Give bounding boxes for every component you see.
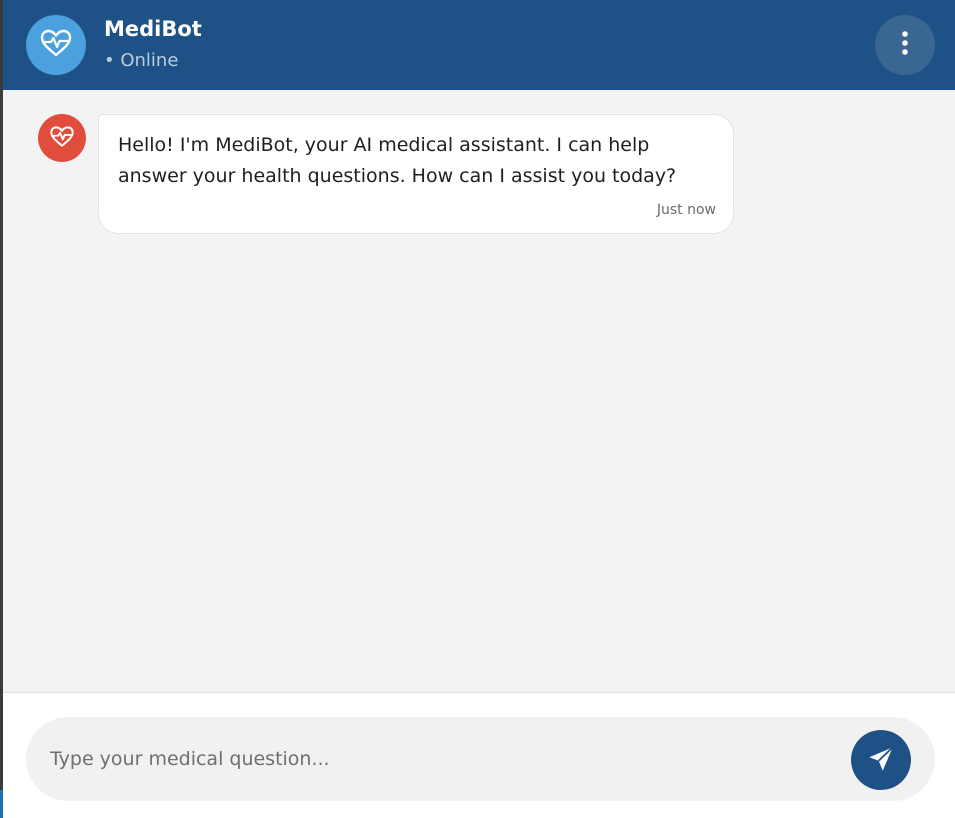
message-text: Hello! I'm MediBot, your AI medical assi… [118,134,677,187]
heartbeat-icon [39,28,73,62]
chat-title: MediBot [104,17,202,41]
send-icon [867,745,895,776]
more-options-button[interactable] [875,15,935,75]
message-list[interactable]: Hello! I'm MediBot, your AI medical assi… [3,90,955,692]
send-button[interactable] [851,730,911,790]
message-input[interactable] [50,737,830,781]
bot-message-bubble: Hello! I'm MediBot, your AI medical assi… [98,114,734,234]
bot-message-avatar [38,114,86,162]
online-status: • Online [104,50,179,71]
heartbeat-icon [49,125,75,152]
more-vertical-icon [901,30,909,60]
message-timestamp: Just now [656,202,716,218]
composer-bar [3,692,955,818]
composer-pill [26,717,935,801]
bot-header-avatar [26,15,86,75]
chat-header: MediBot • Online [3,0,955,90]
